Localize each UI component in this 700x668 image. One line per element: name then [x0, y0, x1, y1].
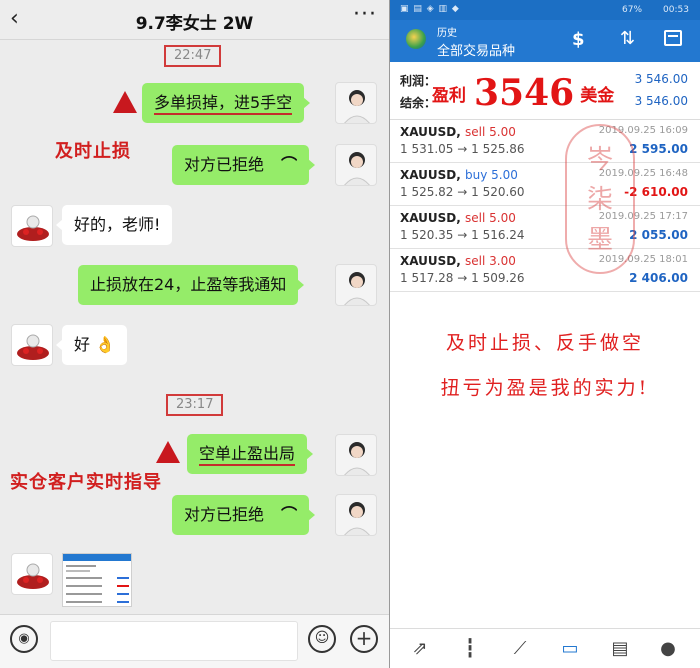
trade-side: sell 3.00 [465, 254, 516, 268]
trade-profit: 2 595.00 [629, 142, 688, 156]
message-bubble-sent[interactable]: 对方已拒绝 ⌒ [172, 145, 316, 185]
trade-prices: 1 517.28 → 1 509.26 [400, 271, 525, 285]
app-logo-icon[interactable] [406, 29, 426, 49]
profit-value: 3 546.00 [634, 72, 688, 86]
trade-side: sell 5.00 [465, 211, 516, 225]
message-bubble-received[interactable]: 好的，老师! [55, 205, 173, 245]
avatar-self[interactable] [335, 264, 377, 306]
red-triangle-marker [156, 441, 180, 463]
trade-row[interactable]: XAUUSD, sell 3.00 1 517.28 → 1 509.26 20… [390, 250, 700, 292]
avatar-contact[interactable] [11, 324, 53, 366]
avatar-self[interactable] [335, 144, 377, 186]
chat-input-bar: ◉ ☺ + [0, 614, 389, 668]
trade-profit: 2 406.00 [629, 271, 688, 285]
message-text: 空单止盈出局 [199, 444, 296, 466]
annotation-line-1: 及时止损、反手做空 [445, 332, 644, 354]
trade-side: sell 5.00 [465, 125, 516, 139]
trade-profit: 2 055.00 [629, 228, 688, 242]
trade-symbol: XAUUSD, [400, 125, 461, 139]
app-bar: 历史 全部交易品种 $ ⇅ [390, 20, 700, 62]
message-text: 止损放在24，止盈等我通知 [90, 275, 287, 294]
message-text: 多单损掉，进5手空 [154, 93, 293, 115]
avatar-self[interactable] [335, 82, 377, 124]
bottom-navigation: ⇗ ┇ ⟋ ▭ ▤ ● [390, 628, 700, 668]
sort-icon[interactable]: ⇅ [620, 28, 635, 49]
message-bubble-sent[interactable]: 多单损掉，进5手空 [142, 83, 311, 123]
trade-prices: 1 520.35 → 1 516.24 [400, 228, 525, 242]
trade-row[interactable]: XAUUSD, sell 5.00 1 520.35 → 1 516.24 20… [390, 207, 700, 249]
calendar-icon[interactable] [664, 30, 682, 46]
trading-history-screen: ▣ ▤ ◈ ▥ ◆ 67% 00:53 历史 全部交易品种 $ ⇅ 利润： 3 … [390, 0, 700, 668]
message-input[interactable] [50, 621, 298, 661]
symbol-filter[interactable]: 全部交易品种 [437, 40, 515, 59]
profit-label: 利润： [400, 74, 437, 88]
image-message-thumbnail[interactable] [62, 553, 132, 607]
trade-row[interactable]: XAUUSD, buy 5.00 1 525.82 → 1 520.60 201… [390, 164, 700, 206]
more-options-icon[interactable]: ··· [353, 2, 377, 27]
notification-icons: ▣ ▤ ◈ ▥ ◆ [400, 4, 460, 14]
annotation-live-guidance: 实仓客户实时指导 [10, 472, 162, 493]
trade-row[interactable]: XAUUSD, sell 5.00 1 531.05 → 1 525.86 20… [390, 121, 700, 163]
chat-screen: ‹ 9.7李女士 2W ··· 22:47 多单损掉，进5手空 及时止损 对方已… [0, 0, 389, 668]
avatar-self[interactable] [335, 494, 377, 536]
page-title: 历史 [437, 28, 457, 39]
seal-stamp: 岑 柒 墨 [565, 124, 635, 274]
timestamp: 23:17 [166, 394, 224, 416]
annotation-stop-loss: 及时止损 [55, 141, 131, 162]
status-bar: ▣ ▤ ◈ ▥ ◆ 67% 00:53 [390, 0, 700, 20]
news-icon[interactable]: ▤ [608, 637, 632, 661]
trade-symbol: XAUUSD, [400, 254, 461, 268]
phone-hangup-icon: ⌒ [281, 155, 298, 174]
voice-input-icon[interactable]: ◉ [10, 625, 38, 653]
trade-symbol: XAUUSD, [400, 168, 461, 182]
trade-icon[interactable]: ⟋ [508, 637, 532, 661]
message-text: 好 [74, 335, 91, 354]
summary-panel: 利润： 3 546.00 结余： 3 546.00 盈利 3546 美金 [390, 62, 700, 120]
trade-prices: 1 525.82 → 1 520.60 [400, 185, 525, 199]
balance-value: 3 546.00 [634, 94, 688, 108]
battery-level: 67% [622, 5, 643, 15]
annotation-line-2: 扭亏为盈是我的实力! [440, 377, 650, 399]
message-bubble-received[interactable]: 好 👌 [55, 325, 128, 365]
trade-symbol: XAUUSD, [400, 211, 461, 225]
plus-icon[interactable]: + [350, 625, 378, 653]
chart-icon[interactable]: ┇ [458, 637, 482, 661]
chat-title: 9.7李女士 2W [135, 14, 254, 34]
message-text: 对方已拒绝 [184, 505, 265, 524]
chat-header: ‹ 9.7李女士 2W ··· [0, 0, 389, 40]
message-text: 好的，老师! [74, 215, 161, 234]
message-bubble-sent[interactable]: 对方已拒绝 ⌒ [172, 495, 316, 535]
message-text: 对方已拒绝 [184, 155, 265, 174]
currency-sync-icon[interactable]: $ [572, 29, 585, 50]
quotes-icon[interactable]: ⇗ [408, 637, 432, 661]
avatar-self[interactable] [335, 434, 377, 476]
balance-label: 结余： [400, 96, 437, 110]
history-icon[interactable]: ▭ [558, 637, 582, 661]
message-bubble-sent[interactable]: 空单止盈出局 [187, 434, 314, 474]
emoji-icon[interactable]: ☺ [308, 625, 336, 653]
chat-icon[interactable]: ● [656, 637, 680, 661]
trade-side: buy 5.00 [465, 168, 518, 182]
trade-prices: 1 531.05 → 1 525.86 [400, 142, 525, 156]
profit-overlay-text: 盈利 3546 美金 [432, 72, 615, 114]
phone-hangup-icon: ⌒ [281, 505, 298, 524]
message-bubble-sent[interactable]: 止损放在24，止盈等我通知 [78, 265, 305, 305]
status-time: 00:53 [663, 5, 689, 15]
timestamp: 22:47 [164, 45, 222, 67]
red-triangle-marker [113, 91, 137, 113]
ok-hand-emoji: 👌 [95, 335, 116, 354]
avatar-contact[interactable] [11, 205, 53, 247]
avatar-contact[interactable] [11, 553, 53, 595]
